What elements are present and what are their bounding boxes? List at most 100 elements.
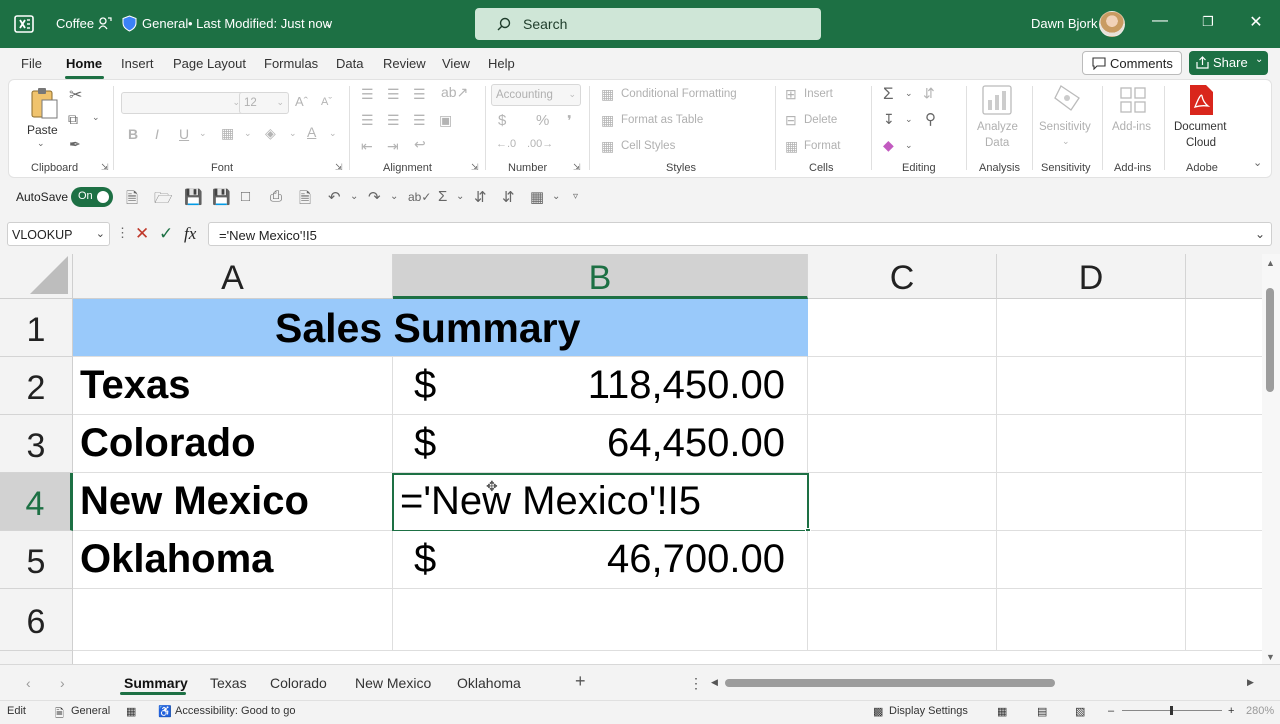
cell-d4[interactable] xyxy=(997,473,1186,531)
borders-icon[interactable]: ▦ xyxy=(530,188,544,206)
add-ins-icon[interactable] xyxy=(1119,86,1147,114)
more-icon[interactable]: ⋮ xyxy=(116,225,129,241)
page-layout-view-icon[interactable]: ▤ xyxy=(1037,705,1047,718)
display-settings[interactable]: Display Settings xyxy=(889,705,968,717)
cell-b3[interactable]: $ 64,450.00 xyxy=(393,415,808,473)
row-header-7[interactable] xyxy=(0,651,73,664)
tab-view[interactable]: View xyxy=(442,56,470,71)
redo-icon[interactable]: ↷ xyxy=(368,188,381,206)
row-header-5[interactable]: 5 xyxy=(0,531,73,589)
cell-b6[interactable] xyxy=(393,589,808,651)
scroll-right-icon[interactable]: ▶ xyxy=(1247,677,1254,688)
dialog-launcher-icon[interactable]: ⇲ xyxy=(573,162,581,173)
autosave-toggle[interactable]: On xyxy=(71,187,113,207)
last-modified[interactable]: • Last Modified: Just now xyxy=(188,16,332,31)
cell-b5[interactable]: $ 46,700.00 xyxy=(393,531,808,589)
dialog-launcher-icon[interactable]: ⇲ xyxy=(471,162,479,173)
normal-view-icon[interactable]: ▦ xyxy=(997,705,1007,718)
copy-icon[interactable]: ⧉ xyxy=(68,111,78,128)
align-right-icon[interactable]: ☰ xyxy=(413,112,426,129)
chevron-down-icon[interactable]: ⌄ xyxy=(905,88,913,99)
dialog-launcher-icon[interactable]: ⇲ xyxy=(335,162,343,173)
increase-font-icon[interactable]: Aˆ xyxy=(295,94,308,109)
cell-d5[interactable] xyxy=(997,531,1186,589)
vertical-scroll-thumb[interactable] xyxy=(1266,288,1274,392)
insert-cells-label[interactable]: Insert xyxy=(804,88,833,100)
paste-icon[interactable] xyxy=(29,86,59,120)
chevron-down-icon[interactable]: ⌄ xyxy=(96,227,105,240)
fill-icon[interactable]: ↧ xyxy=(883,111,895,128)
chevron-down-icon[interactable]: ⌄ xyxy=(199,128,207,139)
chevron-down-icon[interactable]: ⌄ xyxy=(552,191,560,202)
collapse-ribbon-icon[interactable]: ⌄ xyxy=(1253,156,1262,169)
restore-icon[interactable]: ❐ xyxy=(1196,14,1220,30)
cell-b2[interactable]: $ 118,450.00 xyxy=(393,357,808,415)
cut-icon[interactable]: ✂ xyxy=(69,85,82,105)
sensitivity-status[interactable]: General xyxy=(71,705,110,717)
sheet-tab-colorado[interactable]: Colorado xyxy=(270,675,327,691)
close-icon[interactable]: ✕ xyxy=(1244,12,1268,32)
align-bottom-icon[interactable]: ☰ xyxy=(413,86,426,103)
decrease-indent-icon[interactable]: ⇤ xyxy=(361,138,373,155)
select-all-button[interactable] xyxy=(0,254,73,299)
format-as-table-icon[interactable]: ▦ xyxy=(601,112,614,129)
autosum-icon[interactable]: Σ xyxy=(883,84,894,104)
align-center-icon[interactable]: ☰ xyxy=(387,112,400,129)
scroll-left-icon[interactable]: ◀ xyxy=(711,677,718,688)
underline-icon[interactable]: U xyxy=(179,126,189,142)
chevron-down-icon[interactable]: ⌄ xyxy=(289,128,297,139)
cell-e5[interactable] xyxy=(1186,531,1262,589)
formula-input[interactable]: ='New Mexico'!I5 ⌄ xyxy=(208,222,1272,246)
zoom-slider-handle[interactable] xyxy=(1170,706,1173,715)
expand-formula-icon[interactable]: ⌄ xyxy=(1255,227,1265,241)
scroll-up-icon[interactable]: ▲ xyxy=(1266,258,1275,268)
cell-styles-label[interactable]: Cell Styles xyxy=(621,140,675,152)
save-as-icon[interactable]: 💾 xyxy=(212,188,231,206)
column-header-e[interactable] xyxy=(1186,254,1262,299)
fill-color-icon[interactable]: ◈ xyxy=(265,125,276,142)
chevron-down-icon[interactable]: ⌄ xyxy=(244,128,252,139)
italic-icon[interactable]: I xyxy=(155,126,159,142)
active-cell-b4[interactable]: ='New Mexico'!I5 ✥ xyxy=(392,473,811,534)
cell-c1[interactable] xyxy=(808,299,997,357)
sort-ascending-icon[interactable]: ⇵ xyxy=(474,188,487,206)
sheet-tab-new-mexico[interactable]: New Mexico xyxy=(355,675,431,691)
format-cells-icon[interactable]: ▦ xyxy=(785,138,798,155)
cell-d6[interactable] xyxy=(997,589,1186,651)
cell-e6[interactable] xyxy=(1186,589,1262,651)
tab-home[interactable]: Home xyxy=(66,56,102,71)
more-options-icon[interactable]: ⋮ xyxy=(689,675,703,692)
number-format-combo[interactable]: Accounting ⌄ xyxy=(491,84,581,106)
row-header-6[interactable]: 6 xyxy=(0,589,73,651)
column-header-a[interactable]: A xyxy=(73,254,393,299)
orientation-icon[interactable]: ab↗ xyxy=(441,84,468,101)
comma-style-icon[interactable]: ❜ xyxy=(567,112,572,130)
cell-c2[interactable] xyxy=(808,357,997,415)
page-break-view-icon[interactable]: ▧ xyxy=(1075,705,1085,718)
sensitivity-label[interactable]: General xyxy=(142,16,188,31)
add-sheet-icon[interactable]: + xyxy=(575,671,586,692)
tab-page-layout[interactable]: Page Layout xyxy=(173,56,246,71)
save-icon[interactable]: 💾 xyxy=(184,188,203,206)
format-cells-label[interactable]: Format xyxy=(804,140,840,152)
cell-e1[interactable] xyxy=(1186,299,1262,357)
document-cloud-line2[interactable]: Cloud xyxy=(1186,137,1216,149)
sensitivity-button-label[interactable]: Sensitivity xyxy=(1039,121,1091,133)
enter-icon[interactable]: ✓ xyxy=(159,224,173,244)
chevron-down-icon[interactable]: ⌄ xyxy=(456,191,464,202)
search-box[interactable]: Search xyxy=(475,8,821,40)
chevron-down-icon[interactable]: ⌄ xyxy=(350,191,358,202)
adobe-pdf-icon[interactable] xyxy=(1187,84,1215,116)
tab-data[interactable]: Data xyxy=(336,56,363,71)
worksheet-grid[interactable]: A B C D 1 2 3 4 5 6 Sales Summary Texas … xyxy=(0,254,1262,664)
increase-decimal-icon[interactable]: ←.0 xyxy=(496,138,516,150)
font-color-icon[interactable]: A xyxy=(307,124,316,140)
chevron-down-icon[interactable]: ⌄ xyxy=(905,114,913,125)
add-ins-button-label[interactable]: Add-ins xyxy=(1112,121,1151,133)
scroll-down-icon[interactable]: ▼ xyxy=(1266,652,1275,662)
avatar[interactable] xyxy=(1099,11,1125,37)
cell-e4[interactable] xyxy=(1186,473,1262,531)
zoom-out-icon[interactable]: – xyxy=(1108,705,1114,717)
conditional-formatting-label[interactable]: Conditional Formatting xyxy=(621,88,737,100)
tab-insert[interactable]: Insert xyxy=(121,56,154,71)
